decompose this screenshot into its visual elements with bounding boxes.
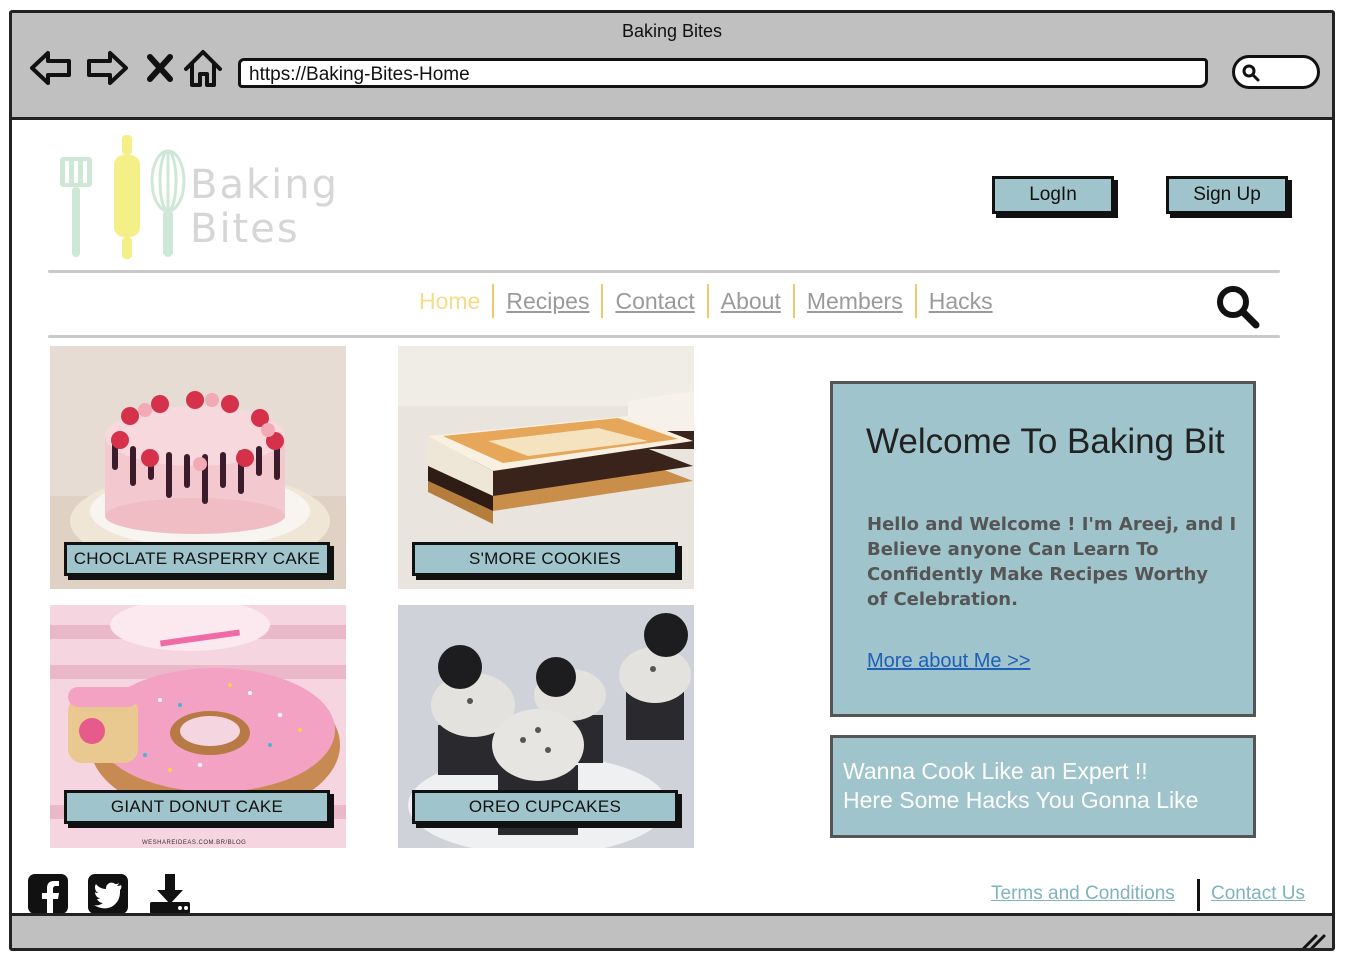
main-nav: Home Recipes Contact About Members Hacks <box>407 281 1005 321</box>
recipe-tile-label: GIANT DONUT CAKE <box>64 790 330 824</box>
window-title: Baking Bites <box>621 21 723 41</box>
home-icon[interactable] <box>180 45 226 91</box>
download-icon[interactable] <box>148 872 192 916</box>
contact-us-link[interactable]: Contact Us <box>1211 883 1305 905</box>
recipe-tile-giant-donut-cake[interactable]: GIANT DONUT CAKE WESHAREIDEAS.COM.BR/BLO… <box>50 605 346 848</box>
url-input[interactable]: https://Baking-Bites-Home <box>238 58 1208 88</box>
browser-window: Baking Bites https://Baking-Bites-Home B… <box>9 10 1335 951</box>
nav-item-members[interactable]: Members <box>795 284 917 318</box>
back-arrow-icon[interactable] <box>28 45 74 91</box>
recipe-tile-smore-cookies[interactable]: S'MORE COOKIES <box>398 346 694 589</box>
hacks-text: Wanna Cook Like an Expert !! Here Some H… <box>843 758 1199 813</box>
nav-bottom-divider <box>48 335 1280 338</box>
twitter-icon[interactable] <box>86 872 130 916</box>
nav-item-contact[interactable]: Contact <box>603 284 709 318</box>
recipe-tile-label: CHOCLATE RASPERRY CAKE <box>64 542 330 576</box>
hacks-panel[interactable]: Wanna Cook Like an Expert !! Here Some H… <box>830 735 1256 838</box>
search-icon <box>1242 64 1260 82</box>
logo-text-line1: Baking <box>190 162 339 208</box>
close-x-icon[interactable] <box>138 45 184 91</box>
signup-button[interactable]: Sign Up <box>1166 176 1288 214</box>
resize-grip-icon[interactable] <box>1300 928 1326 950</box>
kitchen-utensils-icon <box>60 135 186 259</box>
browser-statusbar <box>12 913 1332 950</box>
image-watermark: WESHAREIDEAS.COM.BR/BLOG <box>142 840 247 846</box>
nav-item-about[interactable]: About <box>709 284 795 318</box>
welcome-title: Welcome To Baking Bit <box>866 422 1225 461</box>
recipe-tile-raspberry-cake[interactable]: CHOCLATE RASPERRY CAKE <box>50 346 346 589</box>
search-icon[interactable] <box>1214 283 1262 331</box>
forward-arrow-icon[interactable] <box>84 45 130 91</box>
welcome-body: Hello and Welcome ! I'm Areej, and I Bel… <box>867 514 1237 610</box>
nav-top-divider <box>48 270 1280 273</box>
site-logo[interactable]: Baking Bites <box>52 133 352 263</box>
browser-titlebar: Baking Bites https://Baking-Bites-Home <box>12 13 1332 120</box>
nav-item-recipes[interactable]: Recipes <box>494 284 604 318</box>
nav-item-home[interactable]: Home <box>407 284 495 318</box>
more-about-me-link[interactable]: More about Me >> <box>867 650 1030 673</box>
nav-item-hacks[interactable]: Hacks <box>917 284 1005 318</box>
terms-link[interactable]: Terms and Conditions <box>991 883 1175 905</box>
facebook-icon[interactable] <box>26 872 70 916</box>
logo-text-line2: Bites <box>190 206 300 252</box>
recipe-tile-label: OREO CUPCAKES <box>412 790 678 824</box>
logo-text: Baking Bites <box>190 163 339 251</box>
login-button[interactable]: LogIn <box>992 176 1114 214</box>
footer-separator <box>1197 879 1200 911</box>
page-content: Baking Bites LogIn Sign Up Home Recipes … <box>12 123 1332 916</box>
browser-search-field[interactable] <box>1232 55 1320 89</box>
recipe-tile-oreo-cupcakes[interactable]: OREO CUPCAKES <box>398 605 694 848</box>
recipe-tile-label: S'MORE COOKIES <box>412 542 678 576</box>
welcome-panel: Welcome To Baking Bit Hello and Welcome … <box>830 381 1256 717</box>
